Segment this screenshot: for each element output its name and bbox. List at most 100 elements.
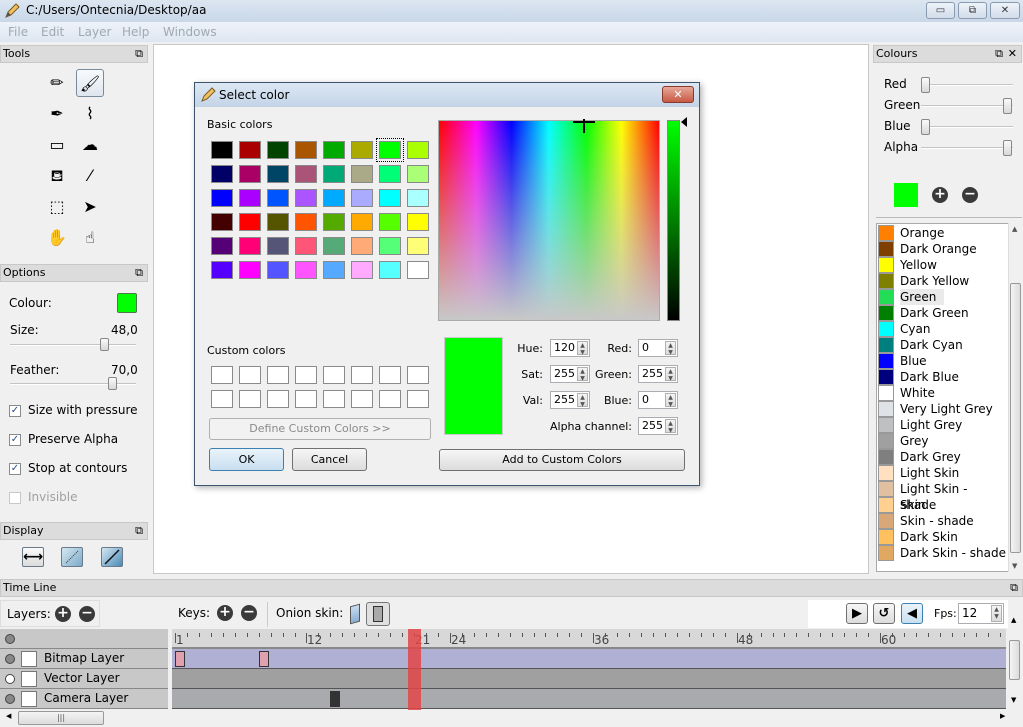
play-button[interactable]: ▶ [846, 603, 868, 624]
scroll-down-icon[interactable]: ▼ [1012, 562, 1017, 570]
current-colour-swatch[interactable] [894, 183, 918, 207]
float-panel-icon[interactable]: ⧉ [1010, 580, 1018, 596]
colour-list-item[interactable]: Yellow [877, 257, 1007, 273]
custom-color-swatch[interactable] [379, 366, 401, 384]
red-spinbox[interactable]: 0 ▲ ▼ [638, 339, 678, 357]
spin-arrows-icon[interactable]: ▲ ▼ [577, 367, 588, 382]
basic-color-swatch[interactable] [323, 213, 345, 231]
layer-track[interactable] [172, 689, 1006, 709]
float-panel-icon[interactable]: ⧉ [135, 265, 143, 281]
spin-arrows-icon[interactable]: ▲ ▼ [577, 393, 588, 408]
red-slider-thumb[interactable] [921, 77, 930, 93]
basic-color-swatch[interactable] [379, 261, 401, 279]
custom-color-swatch[interactable] [239, 366, 261, 384]
basic-color-swatch[interactable] [211, 213, 233, 231]
basic-color-swatch[interactable] [239, 213, 261, 231]
basic-color-swatch[interactable] [267, 165, 289, 183]
tool-smudge-finger[interactable]: ☝ [76, 224, 104, 252]
colour-list-item[interactable]: Dark Grey [877, 449, 1007, 465]
basic-color-swatch[interactable] [407, 261, 429, 279]
onion-next-button[interactable] [366, 602, 390, 626]
basic-color-swatch[interactable] [379, 165, 401, 183]
tool-hand[interactable]: ✋ [43, 224, 71, 252]
colour-list-item[interactable]: White [877, 385, 1007, 401]
scroll-up-icon[interactable]: ▲ [1011, 616, 1016, 624]
fps-spinbox[interactable]: 12 ▲ ▼ [958, 603, 1004, 624]
basic-color-swatch[interactable] [239, 237, 261, 255]
green-slider-thumb[interactable] [1003, 98, 1012, 114]
keyframe[interactable] [175, 651, 185, 667]
alpha-spinbox[interactable]: 255 ▲ ▼ [638, 417, 678, 435]
colour-swatch[interactable] [117, 293, 137, 313]
menu-edit[interactable]: Edit [41, 25, 64, 39]
basic-color-swatch[interactable] [351, 189, 373, 207]
feather-slider[interactable] [10, 383, 136, 385]
layer-visibility-icon[interactable] [5, 674, 15, 684]
basic-color-swatch[interactable] [379, 237, 401, 255]
tool-brush[interactable]: 🖌 [76, 69, 104, 97]
tool-pencil[interactable]: ✏ [43, 69, 71, 97]
custom-color-swatch[interactable] [295, 366, 317, 384]
basic-color-swatch[interactable] [295, 141, 317, 159]
basic-color-swatch[interactable] [295, 237, 317, 255]
basic-color-swatch[interactable] [267, 141, 289, 159]
value-slider-arrow[interactable] [681, 117, 687, 127]
hue-spinbox[interactable]: 120 ▲ ▼ [550, 339, 590, 357]
colour-list[interactable]: Orange Dark Orange Yellow Dark Yellow Green D… [876, 223, 1009, 572]
visibility-all-icon[interactable] [5, 634, 15, 644]
spin-arrows-icon[interactable]: ▲ ▼ [665, 419, 676, 434]
colour-list-item[interactable]: Light Grey [877, 417, 1007, 433]
basic-color-swatch[interactable] [323, 237, 345, 255]
tool-pen[interactable]: ✒ [43, 100, 71, 128]
basic-color-swatch[interactable] [323, 165, 345, 183]
scrollbar-thumb[interactable]: ||| [18, 711, 104, 725]
scrollbar-thumb[interactable] [1010, 283, 1021, 553]
custom-color-swatch[interactable] [351, 390, 373, 408]
colour-list-item[interactable]: Light Skin [877, 465, 1007, 481]
spin-arrows-icon[interactable]: ▲ ▼ [665, 393, 676, 408]
basic-color-swatch[interactable] [376, 138, 404, 162]
basic-color-swatch[interactable] [295, 165, 317, 183]
basic-color-swatch[interactable] [295, 261, 317, 279]
scroll-down-icon[interactable]: ▼ [1011, 696, 1016, 704]
basic-color-swatch[interactable] [407, 237, 429, 255]
custom-color-swatch[interactable] [407, 366, 429, 384]
colour-list-item[interactable]: Dark Skin [877, 529, 1007, 545]
custom-color-swatch[interactable] [267, 366, 289, 384]
define-custom-colors-button[interactable]: Define Custom Colors >> [209, 418, 431, 440]
basic-color-swatch[interactable] [267, 213, 289, 231]
custom-color-swatch[interactable] [239, 390, 261, 408]
dialog-close-button[interactable]: ✕ [662, 86, 694, 103]
basic-color-swatch[interactable] [267, 261, 289, 279]
layer-row-label[interactable]: Vector Layer [0, 669, 168, 689]
menu-layer[interactable]: Layer [78, 25, 111, 39]
colour-list-item[interactable]: Very Light Grey [877, 401, 1007, 417]
add-colour-button[interactable]: + [932, 187, 948, 203]
size-slider-thumb[interactable] [99, 338, 109, 351]
basic-color-swatch[interactable] [267, 189, 289, 207]
hue-saturation-picker[interactable] [438, 119, 660, 321]
custom-color-swatch[interactable] [267, 390, 289, 408]
red-slider[interactable] [921, 84, 1013, 86]
colour-list-item[interactable]: Skin [877, 497, 1007, 513]
layer-visibility-icon[interactable] [5, 654, 15, 664]
blue-spinbox[interactable]: 0 ▲ ▼ [638, 391, 678, 409]
basic-color-swatch[interactable] [239, 141, 261, 159]
alpha-slider[interactable] [921, 147, 1013, 149]
custom-color-swatch[interactable] [211, 366, 233, 384]
custom-color-swatch[interactable] [211, 390, 233, 408]
layer-track[interactable] [172, 649, 1006, 669]
checkbox-preserve-alpha[interactable]: ✓ [9, 434, 21, 446]
colour-list-item[interactable]: Orange [877, 225, 1007, 241]
layer-visibility-icon[interactable] [5, 694, 15, 704]
spin-arrows-icon[interactable]: ▲ ▼ [665, 341, 676, 356]
basic-color-swatch[interactable] [267, 237, 289, 255]
tool-move[interactable]: ➤ [76, 193, 104, 221]
custom-color-swatch[interactable] [351, 366, 373, 384]
feather-slider-thumb[interactable] [108, 377, 118, 390]
checkbox-size-with-pressure[interactable]: ✓ [9, 405, 21, 417]
minimize-button[interactable]: ▭ [926, 2, 955, 19]
loop-button[interactable]: ↺ [873, 603, 895, 624]
basic-color-swatch[interactable] [351, 165, 373, 183]
remove-colour-button[interactable]: − [962, 187, 978, 203]
